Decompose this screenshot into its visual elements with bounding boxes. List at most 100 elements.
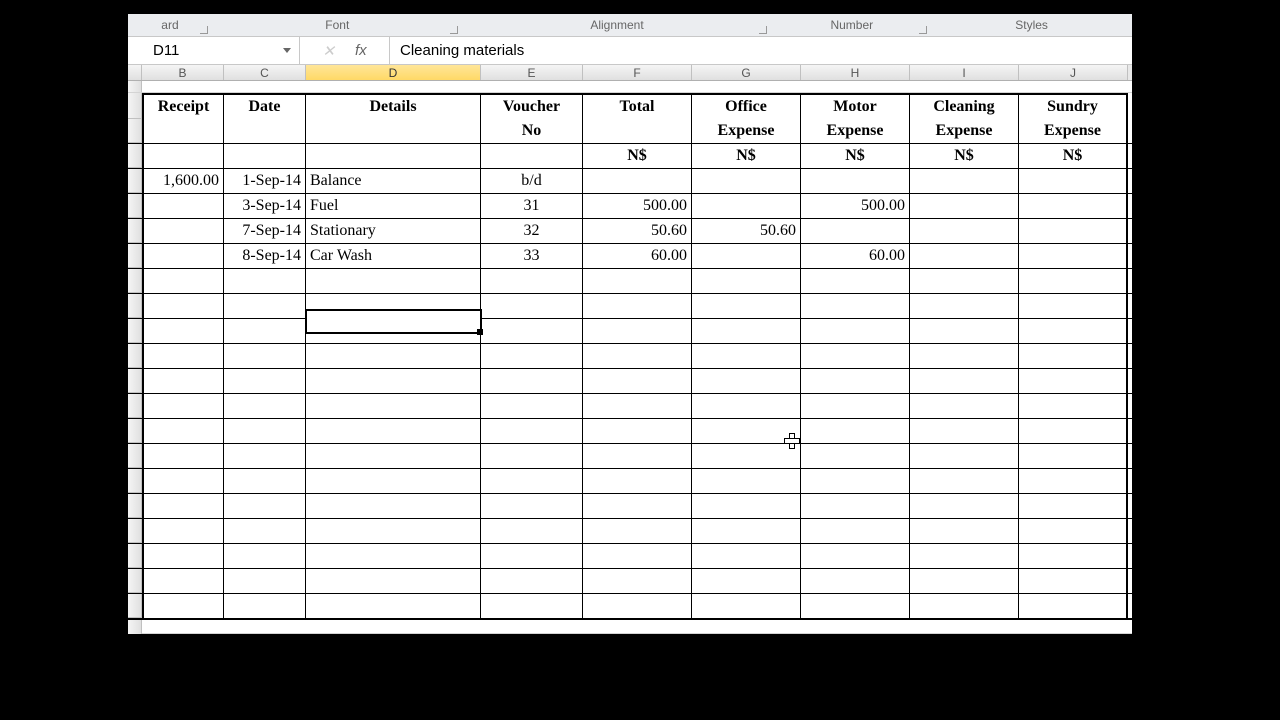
cell-office[interactable] <box>692 169 801 193</box>
formula-bar: D11 ✕ fx Cleaning materials <box>128 37 1132 65</box>
cell-motor[interactable]: 60.00 <box>801 244 910 268</box>
table-header-row2: No Expense Expense Expense Expense <box>128 119 1132 144</box>
header-office[interactable]: Office <box>692 93 801 119</box>
cell-voucher[interactable]: 33 <box>481 244 583 268</box>
cell-motor[interactable] <box>801 219 910 243</box>
cell-details[interactable]: Balance <box>306 169 481 193</box>
spreadsheet-app: ard Font Alignment Number Styles D11 ✕ f… <box>128 14 1132 624</box>
header-cleaning[interactable]: Cleaning <box>910 93 1019 119</box>
cell-total[interactable]: 60.00 <box>583 244 692 268</box>
cell-details[interactable]: Fuel <box>306 194 481 218</box>
cell-details[interactable]: Stationary <box>306 219 481 243</box>
table-row <box>128 594 1132 620</box>
cell-voucher[interactable]: b/d <box>481 169 583 193</box>
cell-office[interactable] <box>692 194 801 218</box>
currency-row: N$ N$ N$ N$ N$ <box>128 144 1132 169</box>
cell-total[interactable] <box>583 169 692 193</box>
col-header-D[interactable]: D <box>306 65 481 80</box>
ribbon-group-font[interactable]: Font <box>213 14 463 36</box>
table-row <box>128 519 1132 544</box>
header-voucher[interactable]: Voucher <box>481 93 583 119</box>
cell-sundry[interactable] <box>1019 194 1128 218</box>
ribbon-groups: ard Font Alignment Number Styles <box>128 14 1132 37</box>
dialog-launcher-icon[interactable] <box>919 26 927 34</box>
table-row: 8-Sep-14 Car Wash 33 60.00 60.00 <box>128 244 1132 269</box>
table-row <box>128 269 1132 294</box>
table-row <box>128 494 1132 519</box>
cell-date[interactable]: 7-Sep-14 <box>224 219 306 243</box>
ribbon-label: Alignment <box>590 18 643 32</box>
col-header-F[interactable]: F <box>583 65 692 80</box>
cell-receipt[interactable] <box>142 194 224 218</box>
cell-cleaning[interactable] <box>910 169 1019 193</box>
cell-sundry[interactable] <box>1019 169 1128 193</box>
cell-voucher[interactable]: 31 <box>481 194 583 218</box>
header-receipt[interactable]: Receipt <box>142 93 224 119</box>
cell-cleaning[interactable] <box>910 244 1019 268</box>
ribbon-group-number[interactable]: Number <box>772 14 932 36</box>
cell-date[interactable]: 8-Sep-14 <box>224 244 306 268</box>
cell-voucher[interactable]: 32 <box>481 219 583 243</box>
header-sundry[interactable]: Sundry <box>1019 93 1128 119</box>
spreadsheet-grid[interactable]: Receipt Date Details Voucher Total Offic… <box>128 81 1132 634</box>
header-motor[interactable]: Motor <box>801 93 910 119</box>
name-box[interactable]: D11 <box>128 37 300 64</box>
cell-total[interactable]: 50.60 <box>583 219 692 243</box>
dialog-launcher-icon[interactable] <box>200 26 208 34</box>
table-row <box>128 544 1132 569</box>
table-row <box>128 344 1132 369</box>
dialog-launcher-icon[interactable] <box>450 26 458 34</box>
table-header-row: Receipt Date Details Voucher Total Offic… <box>128 93 1132 119</box>
table-row <box>128 469 1132 494</box>
col-header-E[interactable]: E <box>481 65 583 80</box>
formula-input[interactable]: Cleaning materials <box>390 42 1132 59</box>
cell-receipt[interactable] <box>142 244 224 268</box>
table-row <box>128 569 1132 594</box>
cell-sundry[interactable] <box>1019 219 1128 243</box>
cell-receipt[interactable] <box>142 219 224 243</box>
cell-cleaning[interactable] <box>910 194 1019 218</box>
cell-office[interactable]: 50.60 <box>692 219 801 243</box>
header-details[interactable]: Details <box>306 93 481 119</box>
fx-section: ✕ fx <box>300 37 390 64</box>
table-row: 1,600.00 1-Sep-14 Balance b/d <box>128 169 1132 194</box>
table-row <box>128 444 1132 469</box>
cell-date[interactable]: 3-Sep-14 <box>224 194 306 218</box>
ribbon-label: ard <box>161 18 178 32</box>
ribbon-label: Number <box>830 18 873 32</box>
ribbon-group-alignment[interactable]: Alignment <box>463 14 773 36</box>
fx-button[interactable]: fx <box>355 42 367 59</box>
table-row <box>128 394 1132 419</box>
col-header-J[interactable]: J <box>1019 65 1128 80</box>
table-row <box>128 369 1132 394</box>
row-header-gutter <box>128 65 142 80</box>
ribbon-label: Font <box>325 18 349 32</box>
cell-receipt[interactable]: 1,600.00 <box>142 169 224 193</box>
cell-total[interactable]: 500.00 <box>583 194 692 218</box>
dialog-launcher-icon[interactable] <box>759 26 767 34</box>
cancel-icon[interactable]: ✕ <box>322 42 335 60</box>
cell-sundry[interactable] <box>1019 244 1128 268</box>
header-total[interactable]: Total <box>583 93 692 119</box>
col-header-C[interactable]: C <box>224 65 306 80</box>
col-header-G[interactable]: G <box>692 65 801 80</box>
formula-value: Cleaning materials <box>400 42 524 59</box>
cell-motor[interactable] <box>801 169 910 193</box>
header-date[interactable]: Date <box>224 93 306 119</box>
col-header-B[interactable]: B <box>142 65 224 80</box>
table-row: 7-Sep-14 Stationary 32 50.60 50.60 <box>128 219 1132 244</box>
ribbon-group-clipboard[interactable]: ard <box>128 14 213 36</box>
cell-date[interactable]: 1-Sep-14 <box>224 169 306 193</box>
cell-details[interactable]: Car Wash <box>306 244 481 268</box>
cell-motor[interactable]: 500.00 <box>801 194 910 218</box>
table-row <box>128 319 1132 344</box>
col-header-H[interactable]: H <box>801 65 910 80</box>
cell-cleaning[interactable] <box>910 219 1019 243</box>
col-header-I[interactable]: I <box>910 65 1019 80</box>
cell-office[interactable] <box>692 244 801 268</box>
table-row <box>128 294 1132 319</box>
ribbon-group-styles[interactable]: Styles <box>932 14 1132 36</box>
table-row: 3-Sep-14 Fuel 31 500.00 500.00 <box>128 194 1132 219</box>
ribbon-label: Styles <box>1015 18 1048 32</box>
dropdown-arrow-icon[interactable] <box>283 48 291 53</box>
